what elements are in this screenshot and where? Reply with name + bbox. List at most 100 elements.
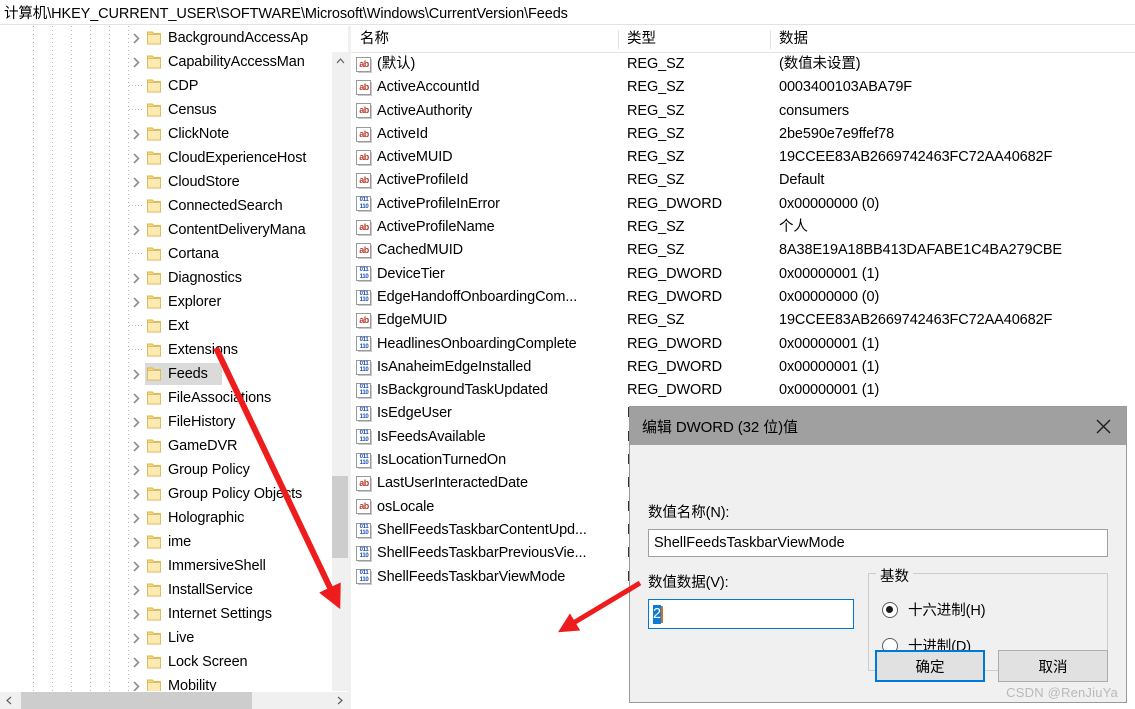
table-row[interactable]: ab ActiveAccountId REG_SZ 0003400103ABA79F: [351, 76, 1135, 99]
tree-horizontal-scrollbar[interactable]: [0, 691, 348, 709]
table-row[interactable]: ab EdgeMUID REG_SZ 19CCEE83AB2669742463FC72…: [351, 309, 1135, 332]
tree-item-ime[interactable]: ime: [0, 530, 331, 554]
table-row[interactable]: ab (默认) REG_SZ (数值未设置): [351, 53, 1135, 76]
table-row[interactable]: 011 110 ActiveProfileInError REG_DWORD 0x000…: [351, 193, 1135, 216]
table-row[interactable]: 011 110 HeadlinesOnboardingComplete REG_DWO…: [351, 333, 1135, 356]
chevron-right-icon[interactable]: [128, 530, 144, 554]
value-name-input[interactable]: ShellFeedsTaskbarViewMode: [648, 529, 1108, 557]
tree-item-cdp[interactable]: CDP: [0, 74, 331, 98]
tree-item-backgroundaccessap[interactable]: BackgroundAccessAp: [0, 26, 331, 50]
tree-item-live[interactable]: Live: [0, 626, 331, 650]
value-name-text: (默认): [377, 56, 416, 72]
chevron-right-icon[interactable]: [128, 170, 144, 194]
tree-item-capabilityaccessman[interactable]: CapabilityAccessMan: [0, 50, 331, 74]
tree-item-filehistory[interactable]: FileHistory: [0, 410, 331, 434]
tree-item-diagnostics[interactable]: Diagnostics: [0, 266, 331, 290]
chevron-right-icon[interactable]: [128, 554, 144, 578]
tree-item-mobility[interactable]: Mobility: [0, 674, 331, 691]
edit-dword-dialog: 编辑 DWORD (32 位)值 数值名称(N): ShellFeedsTask…: [629, 406, 1127, 703]
folder-icon: [146, 222, 164, 238]
chevron-right-icon[interactable]: [128, 146, 144, 170]
chevron-right-icon[interactable]: [128, 506, 144, 530]
tree-item-clicknote[interactable]: ClickNote: [0, 122, 331, 146]
column-header-data[interactable]: 数据: [770, 26, 1135, 52]
tree-item-group-policy[interactable]: Group Policy: [0, 458, 331, 482]
value-name-text: IsEdgeUser: [377, 405, 452, 422]
chevron-right-icon[interactable]: [128, 434, 144, 458]
tree-item-label: Diagnostics: [168, 270, 242, 286]
tree-item-explorer[interactable]: Explorer: [0, 290, 331, 314]
folder-icon: [146, 246, 164, 262]
tree-item-holographic[interactable]: Holographic: [0, 506, 331, 530]
table-row[interactable]: ab ActiveMUID REG_SZ 19CCEE83AB2669742463FC…: [351, 146, 1135, 169]
value-data-input[interactable]: 2: [648, 599, 854, 629]
table-row[interactable]: ab ActiveProfileId REG_SZ Default: [351, 169, 1135, 192]
tree-item-immersiveshell[interactable]: ImmersiveShell: [0, 554, 331, 578]
radio-hexadecimal[interactable]: 十六进制(H): [882, 599, 986, 620]
table-row[interactable]: ab ActiveProfileName REG_SZ 个人: [351, 216, 1135, 239]
chevron-right-icon[interactable]: [128, 410, 144, 434]
dword-value-icon: 011 110: [356, 336, 372, 353]
table-row[interactable]: 011 110 EdgeHandoffOnboardingCom... REG_DWO…: [351, 286, 1135, 309]
table-row[interactable]: 011 110 IsBackgroundTaskUpdated REG_DWORD 0x…: [351, 379, 1135, 402]
chevron-right-icon[interactable]: [128, 578, 144, 602]
chevron-right-icon[interactable]: [128, 362, 144, 386]
cancel-button[interactable]: 取消: [998, 650, 1108, 682]
value-name-text: IsAnaheimEdgeInstalled: [377, 358, 532, 375]
tree-item-internet-settings[interactable]: Internet Settings: [0, 602, 331, 626]
dialog-titlebar[interactable]: 编辑 DWORD (32 位)值: [630, 407, 1126, 445]
folder-icon: [146, 558, 164, 574]
chevron-right-icon[interactable]: [128, 26, 144, 50]
tree-vertical-scrollbar[interactable]: [331, 52, 348, 709]
tree-viewport: BackgroundAccessAp CapabilityAccessMan CDP…: [0, 26, 331, 691]
tree-item-connectedsearch[interactable]: ConnectedSearch: [0, 194, 331, 218]
tree-item-feeds[interactable]: Feeds: [0, 362, 331, 386]
table-row[interactable]: 011 110 DeviceTier REG_DWORD 0x00000001 (1): [351, 263, 1135, 286]
tree-item-cortana[interactable]: Cortana: [0, 242, 331, 266]
chevron-right-icon[interactable]: [128, 602, 144, 626]
table-row[interactable]: ab CachedMUID REG_SZ 8A38E19A18BB413DAFABE1…: [351, 239, 1135, 262]
chevron-right-icon[interactable]: [128, 386, 144, 410]
value-name-cell: ab (默认): [356, 53, 415, 76]
tree-item-contentdeliverymana[interactable]: ContentDeliveryMana: [0, 218, 331, 242]
registry-key-tree[interactable]: BackgroundAccessAp CapabilityAccessMan CDP…: [0, 26, 348, 709]
chevron-right-icon[interactable]: [128, 482, 144, 506]
chevron-right-icon[interactable]: [128, 650, 144, 674]
close-icon[interactable]: [1080, 407, 1126, 445]
chevron-right-icon[interactable]: [128, 122, 144, 146]
table-row[interactable]: ab ActiveAuthority REG_SZ consumers: [351, 100, 1135, 123]
column-header-type[interactable]: 类型: [618, 26, 770, 52]
scroll-left-icon[interactable]: [0, 692, 17, 709]
chevron-right-icon[interactable]: [128, 674, 144, 691]
table-row[interactable]: ab ActiveId REG_SZ 2be590e7e9ffef78: [351, 123, 1135, 146]
tree-item-installservice[interactable]: InstallService: [0, 578, 331, 602]
chevron-right-icon[interactable]: [128, 626, 144, 650]
tree-item-cloudexperiencehost[interactable]: CloudExperienceHost: [0, 146, 331, 170]
tree-item-fileassociations[interactable]: FileAssociations: [0, 386, 331, 410]
tree-item-group-policy-objects[interactable]: Group Policy Objects: [0, 482, 331, 506]
address-bar[interactable]: 计算机\HKEY_CURRENT_USER\SOFTWARE\Microsoft…: [0, 0, 1135, 25]
tree-item-label: BackgroundAccessAp: [168, 30, 309, 46]
value-name-cell: 011 110 ActiveProfileInError: [356, 193, 500, 216]
chevron-right-icon[interactable]: [128, 458, 144, 482]
ok-button[interactable]: 确定: [875, 650, 985, 682]
tree-hscrollbar-thumb[interactable]: [21, 692, 252, 709]
scroll-right-icon[interactable]: [331, 692, 348, 709]
table-row[interactable]: 011 110 IsAnaheimEdgeInstalled REG_DWORD 0x0…: [351, 356, 1135, 379]
chevron-right-icon[interactable]: [128, 266, 144, 290]
text-caret: [661, 605, 663, 623]
chevron-right-icon[interactable]: [128, 50, 144, 74]
column-header-name[interactable]: 名称: [351, 26, 618, 52]
scroll-up-icon[interactable]: [332, 52, 348, 69]
tree-item-lock-screen[interactable]: Lock Screen: [0, 650, 331, 674]
tree-item-cloudstore[interactable]: CloudStore: [0, 170, 331, 194]
tree-item-census[interactable]: Census: [0, 98, 331, 122]
tree-item-extensions[interactable]: Extensions: [0, 338, 331, 362]
tree-scrollbar-thumb[interactable]: [332, 476, 348, 558]
tree-item-gamedvr[interactable]: GameDVR: [0, 434, 331, 458]
value-name-text: ActiveProfileName: [377, 219, 495, 236]
tree-item-ext[interactable]: Ext: [0, 314, 331, 338]
value-data-cell: 19CCEE83AB2669742463FC72AA40682F: [779, 149, 1053, 166]
chevron-right-icon[interactable]: [128, 218, 144, 242]
chevron-right-icon[interactable]: [128, 290, 144, 314]
